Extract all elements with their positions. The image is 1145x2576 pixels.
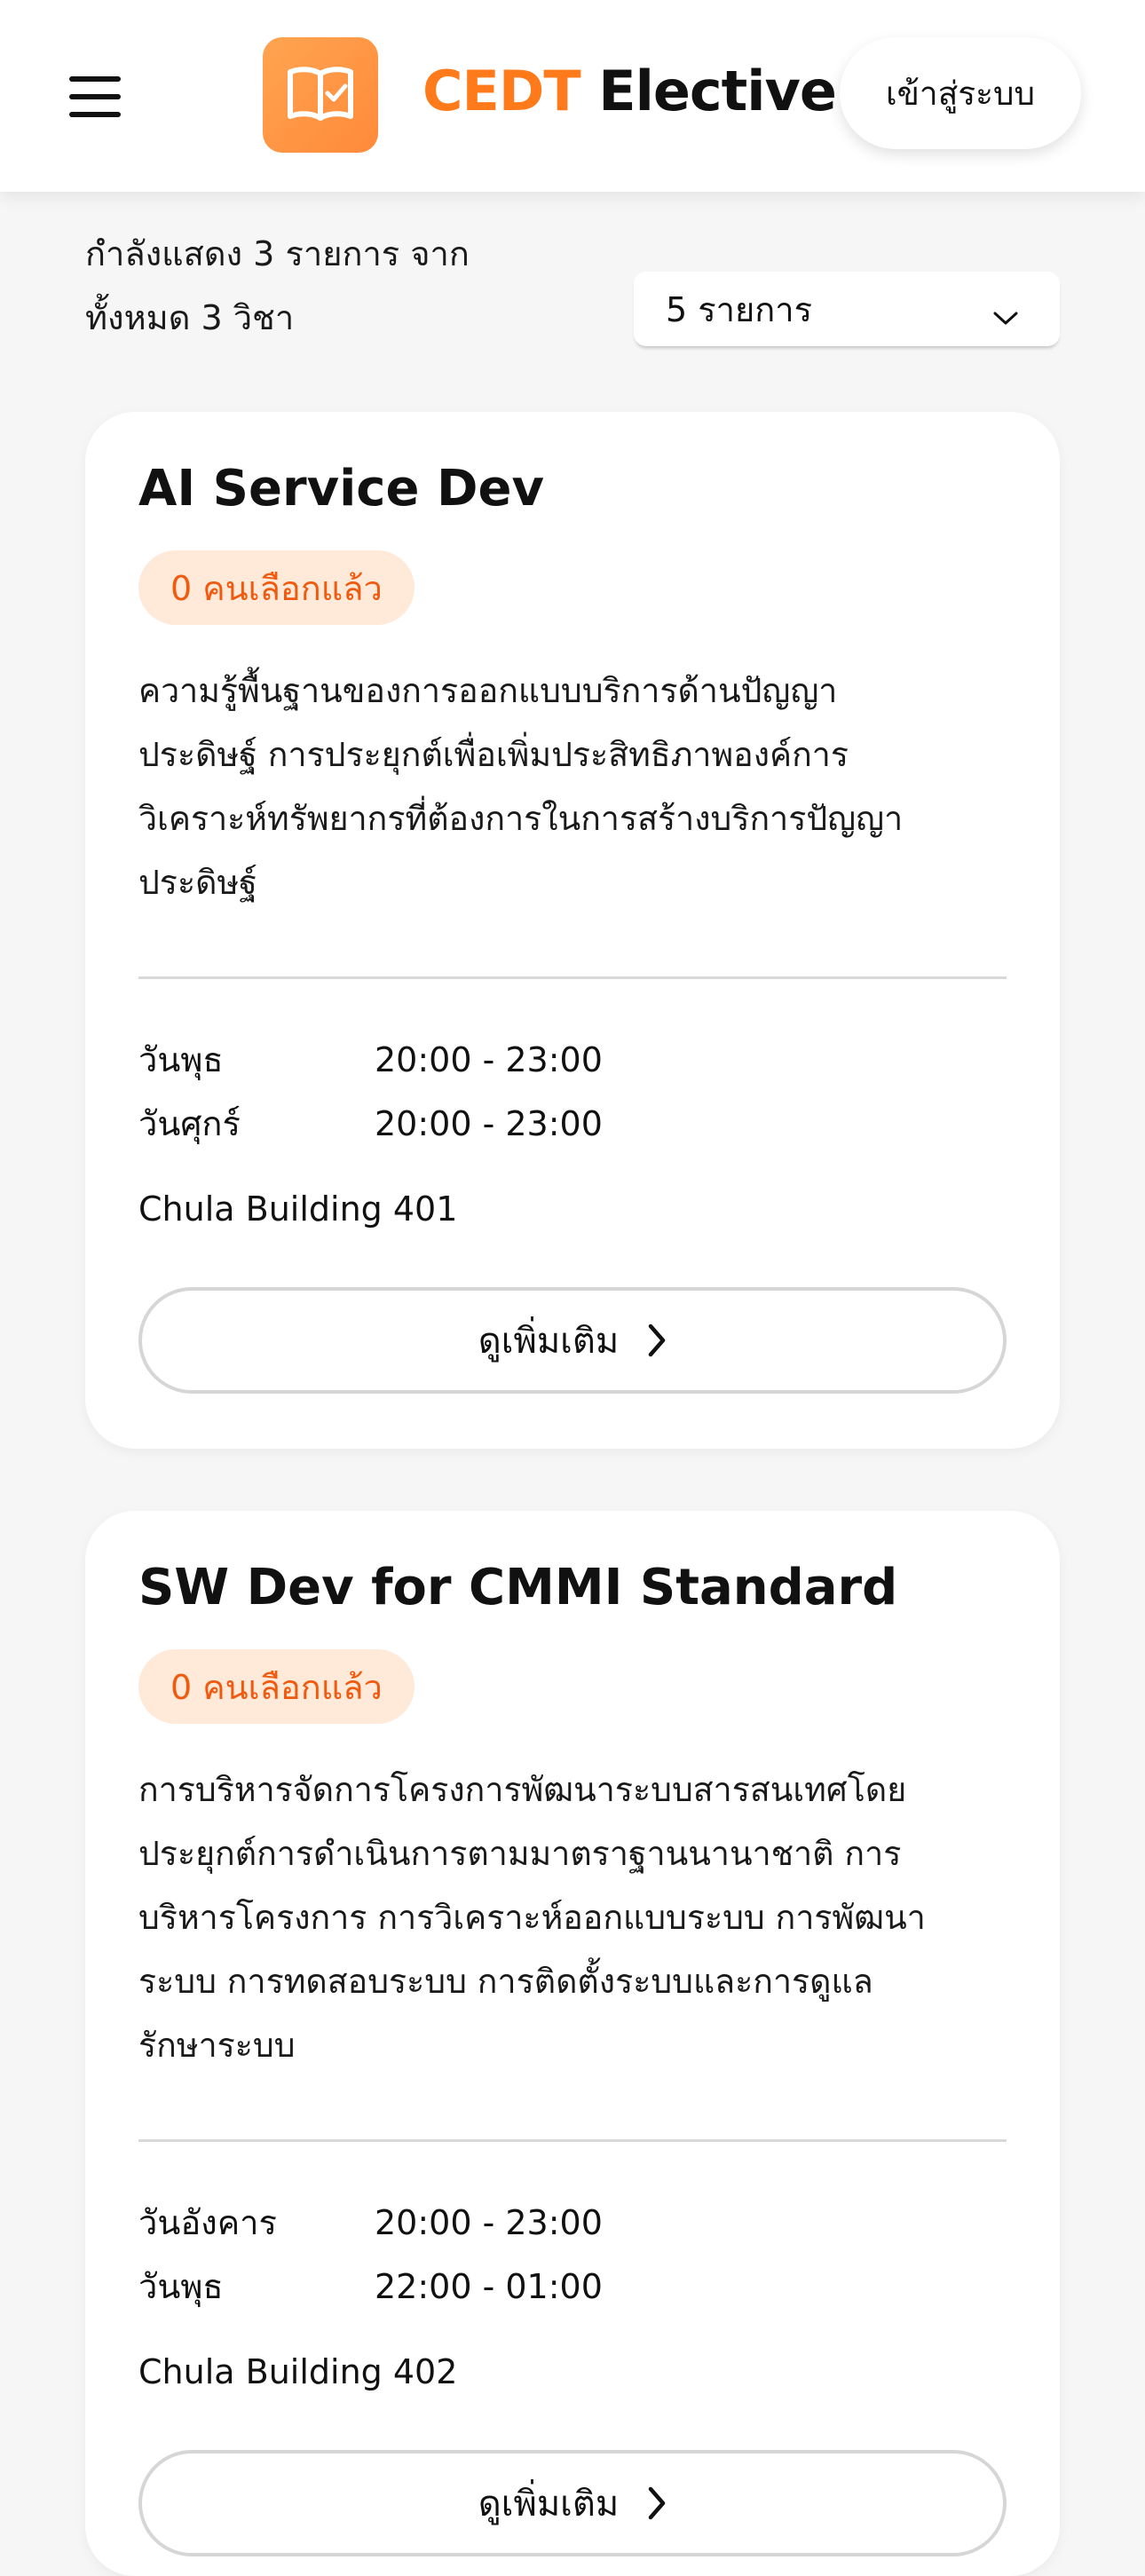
chevron-right-icon (647, 1323, 667, 1358)
schedule-row: วันพุธ 20:00 - 23:00 (138, 1028, 603, 1092)
results-summary-line2: ทั้งหมด 3 วิชา (85, 298, 295, 337)
card-divider (138, 976, 1007, 979)
schedule-time: 20:00 - 23:00 (375, 1040, 603, 1079)
brand-title-rest: Elective (580, 59, 837, 123)
schedule-time: 20:00 - 23:00 (375, 1104, 603, 1143)
schedule-day: วันอังคาร (138, 2203, 277, 2242)
course-description-line: รักษาระบบ (138, 2026, 296, 2065)
course-title: AI Service Dev (138, 460, 544, 518)
chevron-down-icon (992, 296, 1019, 336)
course-description-line: ประยุกต์การดำเนินการตามมาตราฐานนานาชาติ … (138, 1834, 902, 1873)
view-more-button[interactable]: ดูเพิ่มเติม (138, 1287, 1007, 1394)
brand-title: CEDT Elective (422, 59, 837, 123)
results-summary-line1: กำลังแสดง 3 รายการ จาก (85, 234, 470, 273)
page-size-value: 5 รายการ (666, 289, 813, 329)
schedule-row: วันพุธ 22:00 - 01:00 (138, 2255, 603, 2319)
course-card-ai-service-dev: AI Service Dev 0 คนเลือกแล้ว ความรู้พื้น… (85, 412, 1060, 1449)
chevron-right-icon (647, 2485, 667, 2521)
view-more-label: ดูเพิ่มเติม (478, 1321, 620, 1362)
hamburger-menu-icon[interactable] (69, 76, 121, 117)
card-divider (138, 2139, 1007, 2142)
app-header: CEDT Elective เข้าสู่ระบบ (0, 0, 1145, 192)
page-size-select[interactable]: 5 รายการ (634, 272, 1060, 346)
course-description: ความรู้พื้นฐานของการออกแบบบริการด้านปัญญ… (138, 659, 1017, 914)
view-more-label: ดูเพิ่มเติม (478, 2484, 620, 2525)
course-location: Chula Building 402 (138, 2352, 458, 2391)
course-description-line: ประดิษฐ์ การประยุกต์เพื่อเพิ่มประสิทธิภา… (138, 735, 849, 774)
selected-count-badge: 0 คนเลือกแล้ว (138, 550, 415, 625)
view-more-button[interactable]: ดูเพิ่มเติม (138, 2450, 1007, 2556)
brand-title-accent: CEDT (422, 59, 581, 123)
course-description: การบริหารจัดการโครงการพัฒนาระบบสารสนเทศโ… (138, 1758, 1017, 2077)
schedule-day: วันพุธ (138, 1040, 224, 1079)
results-summary: กำลังแสดง 3 รายการ จาก ทั้งหมด 3 วิชา (85, 222, 470, 350)
schedule-time: 20:00 - 23:00 (375, 2203, 603, 2242)
course-description-line: การบริหารจัดการโครงการพัฒนาระบบสารสนเทศโ… (138, 1770, 907, 1809)
login-button[interactable]: เข้าสู่ระบบ (840, 37, 1081, 149)
schedule-row: วันศุกร์ 20:00 - 23:00 (138, 1092, 603, 1156)
schedule-day: วันพุธ (138, 2267, 224, 2306)
schedule-row: วันอังคาร 20:00 - 23:00 (138, 2191, 603, 2255)
course-description-line: ประดิษฐ์ (138, 863, 257, 902)
course-description-line: ความรู้พื้นฐานของการออกแบบบริการด้านปัญญ… (138, 671, 838, 710)
book-check-icon[interactable] (263, 37, 378, 153)
course-location: Chula Building 401 (138, 1189, 458, 1229)
course-description-line: บริหารโครงการ การวิเคราะห์ออกแบบระบบ การ… (138, 1898, 926, 1937)
course-card-sw-dev-cmmi: SW Dev for CMMI Standard 0 คนเลือกแล้ว ก… (85, 1511, 1060, 2576)
course-description-line: วิเคราะห์ทรัพยากรที่ต้องการในการสร้างบริ… (138, 799, 904, 838)
selected-count-badge: 0 คนเลือกแล้ว (138, 1649, 415, 1724)
schedule-day: วันศุกร์ (138, 1104, 241, 1143)
schedule-time: 22:00 - 01:00 (375, 2267, 603, 2306)
course-description-line: ระบบ การทดสอบระบบ การติดตั้งระบบและการดู… (138, 1962, 873, 2001)
course-title: SW Dev for CMMI Standard (138, 1559, 898, 1616)
